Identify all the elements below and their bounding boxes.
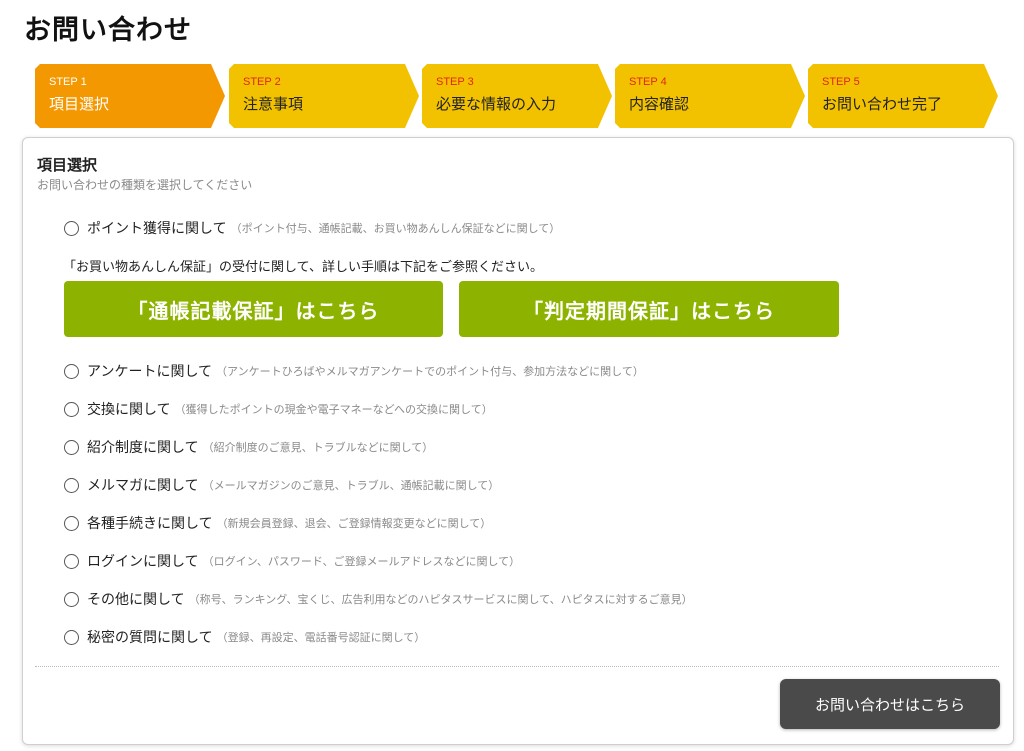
option-label: ログインに関して xyxy=(87,554,199,570)
radio-button[interactable] xyxy=(64,439,79,455)
page-title: お問い合わせ xyxy=(24,15,192,46)
option-label: 各種手続きに関して xyxy=(87,516,213,532)
option-description: （メールマガジンのご意見、トラブル、通帳記載に関して） xyxy=(202,479,500,492)
radio-button[interactable] xyxy=(64,629,79,645)
option-description: （獲得したポイントの現金や電子マネーなどへの交換に関して） xyxy=(174,403,493,416)
option-description: （ポイント付与、通帳記載、お買い物あんしん保証などに関して） xyxy=(230,222,561,235)
option-label: 秘密の質問に関して xyxy=(87,630,213,646)
radio-button[interactable] xyxy=(64,401,79,417)
step-number: STEP 1 xyxy=(49,76,87,88)
step-name: 必要な情報の入力 xyxy=(436,95,557,113)
radio-button[interactable] xyxy=(64,363,79,379)
step-number: STEP 4 xyxy=(629,76,667,88)
option-description: （アンケートひろばやメルマガアンケートでのポイント付与、参加方法などに関して） xyxy=(216,365,644,378)
option-label: 紹介制度に関して xyxy=(87,440,199,456)
option-procedures[interactable]: 各種手続きに関して （新規会員登録、退会、ご登録情報変更などに関して） xyxy=(64,513,491,533)
option-other[interactable]: その他に関して （称号、ランキング、宝くじ、広告利用などのハピタスサービスに関し… xyxy=(64,589,693,609)
step-progress: STEP 1 項目選択 STEP 2 注意事項 STEP 3 必要な情報の入力 … xyxy=(35,64,1001,128)
radio-button[interactable] xyxy=(64,553,79,569)
inquiry-form-panel: 項目選択 お問い合わせの種類を選択してください ポイント獲得に関して （ポイント… xyxy=(22,137,1014,745)
option-label: アンケートに関して xyxy=(87,364,213,380)
step-number: STEP 2 xyxy=(243,76,281,88)
step-4: STEP 4 内容確認 xyxy=(615,64,805,128)
step-2: STEP 2 注意事項 xyxy=(229,64,419,128)
passbook-guarantee-button[interactable]: 「通帳記載保証」はこちら xyxy=(64,281,443,337)
option-description: （登録、再設定、電話番号認証に関して） xyxy=(216,631,426,644)
step-number: STEP 3 xyxy=(436,76,474,88)
section-title: 項目選択 xyxy=(37,156,98,174)
option-mail-magazine[interactable]: メルマガに関して （メールマガジンのご意見、トラブル、通帳記載に関して） xyxy=(64,475,499,495)
step-name: 内容確認 xyxy=(629,95,690,113)
option-description: （新規会員登録、退会、ご登録情報変更などに関して） xyxy=(216,517,492,530)
option-description: （称号、ランキング、宝くじ、広告利用などのハピタスサービスに関して、ハピタスに対… xyxy=(188,593,693,606)
radio-button[interactable] xyxy=(64,220,79,236)
step-name: 注意事項 xyxy=(243,95,304,113)
option-label: 交換に関して xyxy=(87,402,171,418)
judgment-period-guarantee-button[interactable]: 「判定期間保証」はこちら xyxy=(459,281,839,337)
option-exchange[interactable]: 交換に関して （獲得したポイントの現金や電子マネーなどへの交換に関して） xyxy=(64,399,493,419)
step-name: お問い合わせ完了 xyxy=(822,95,943,113)
option-label: メルマガに関して xyxy=(87,478,199,494)
option-label: その他に関して xyxy=(87,592,185,608)
radio-button[interactable] xyxy=(64,591,79,607)
option-points[interactable]: ポイント獲得に関して （ポイント付与、通帳記載、お買い物あんしん保証などに関して… xyxy=(64,218,560,238)
option-secret-question[interactable]: 秘密の質問に関して （登録、再設定、電話番号認証に関して） xyxy=(64,627,425,647)
guarantee-notice: 「お買い物あんしん保証」の受付に関して、詳しい手順は下記をご参照ください。 xyxy=(63,260,543,275)
step-name: 項目選択 xyxy=(49,95,110,113)
option-label: ポイント獲得に関して xyxy=(87,221,227,237)
option-description: （ログイン、パスワード、ご登録メールアドレスなどに関して） xyxy=(202,555,521,568)
step-3: STEP 3 必要な情報の入力 xyxy=(422,64,612,128)
option-referral[interactable]: 紹介制度に関して （紹介制度のご意見、トラブルなどに関して） xyxy=(64,437,433,457)
option-description: （紹介制度のご意見、トラブルなどに関して） xyxy=(202,441,434,454)
section-subtitle: お問い合わせの種類を選択してください xyxy=(37,178,253,192)
option-login[interactable]: ログインに関して （ログイン、パスワード、ご登録メールアドレスなどに関して） xyxy=(64,551,520,571)
option-survey[interactable]: アンケートに関して （アンケートひろばやメルマガアンケートでのポイント付与、参加… xyxy=(64,361,644,381)
step-5: STEP 5 お問い合わせ完了 xyxy=(808,64,998,128)
radio-button[interactable] xyxy=(64,477,79,493)
submit-inquiry-button[interactable]: お問い合わせはこちら xyxy=(780,679,1000,729)
radio-button[interactable] xyxy=(64,515,79,531)
step-number: STEP 5 xyxy=(822,76,860,88)
step-1: STEP 1 項目選択 xyxy=(35,64,225,128)
divider xyxy=(35,666,999,667)
